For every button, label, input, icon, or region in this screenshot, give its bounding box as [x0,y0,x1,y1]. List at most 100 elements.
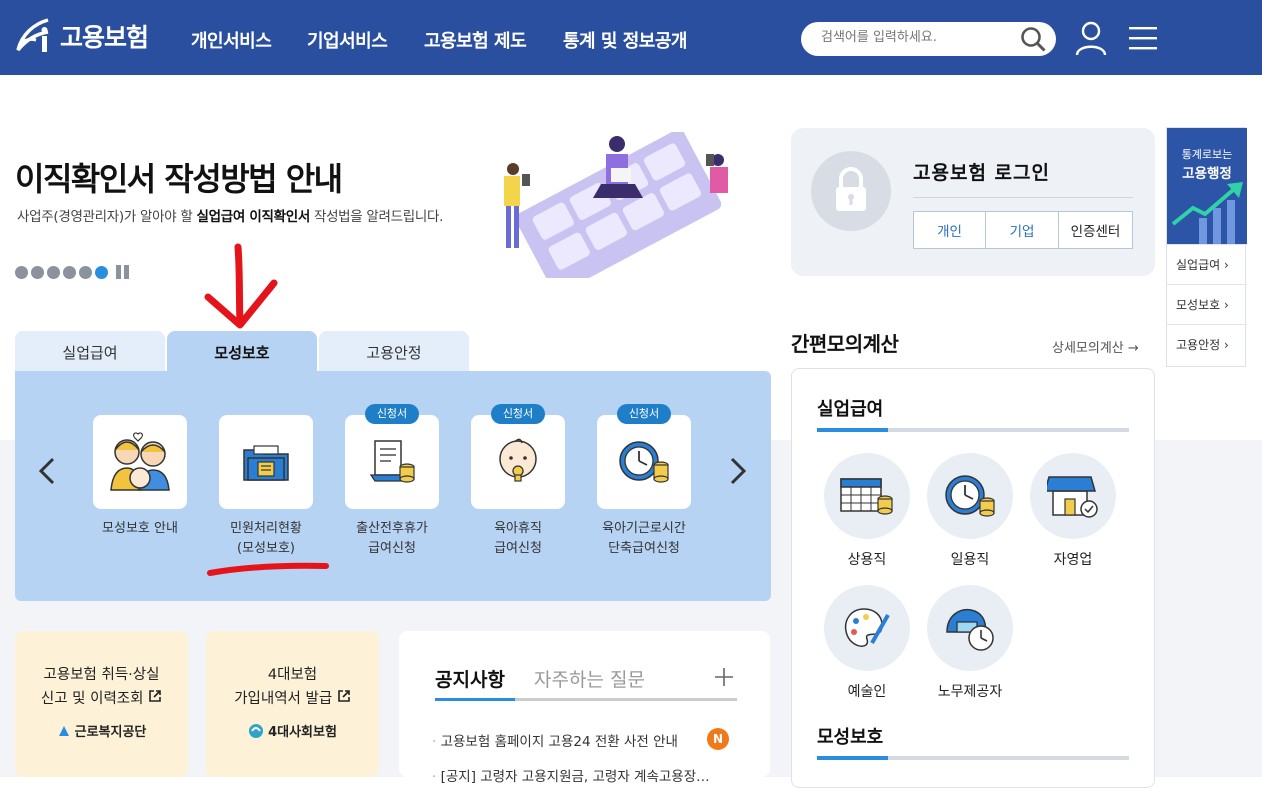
calc-item-artist[interactable]: 예술인 [822,585,912,701]
calc-active-indicator [817,756,888,760]
service-label: 육아휴직급여신청 [453,519,583,559]
service-case-status[interactable]: 민원처리현황 (모성보호) [201,415,331,559]
calc-item-labor-provider[interactable]: 노무제공자 [925,585,1015,701]
search-icon[interactable] [1020,26,1047,53]
calc-title: 간편모의계산 [791,332,899,356]
site-header: 고용보험 개인서비스 기업서비스 고용보험 제도 통계 및 정보공개 [0,0,1262,75]
prev-arrow-icon[interactable] [35,451,59,491]
slide-dot[interactable] [95,265,108,279]
service-parental-leave-apply[interactable]: 신청서 육아휴직급여신청 [453,404,583,559]
comwel-logo-icon [58,725,69,736]
site-logo[interactable]: 고용보험 [14,14,149,58]
calc-item-regular[interactable]: 상용직 [822,453,912,569]
hero-subtitle-post: 작성법을 알려드립니다. [309,209,444,225]
notice-item[interactable]: · [공지] 고령자 고용지원금, 고령자 계속고용장… [432,765,732,785]
slide-dot[interactable] [47,265,60,279]
tab-unemployment-benefit[interactable]: 실업급여 [15,331,165,373]
clock-coins-icon [619,441,669,483]
logo-text: 고용보험 [60,23,149,52]
card-line2: 가입내역서 발급 [234,691,333,707]
slide-indicator [15,265,129,279]
quick-item-maternity[interactable]: 모성보호 › [1167,284,1247,324]
hero-title[interactable]: 이직확인서 작성방법 안내 [15,154,343,200]
card-insurance-report[interactable]: 고용보험 취득·상실 신고 및 이력조회 근로복지공단 [15,631,188,777]
slide-dot[interactable] [63,265,76,279]
service-icon-box [219,415,313,509]
new-badge: N [707,728,729,750]
calc-item-self-employed[interactable]: 자영업 [1028,453,1118,569]
service-label-line1: 민원처리현황 [230,521,302,536]
family-icon [110,432,170,491]
baby-icon [499,438,537,482]
calc-item-label: 예술인 [847,684,887,700]
plus-icon[interactable] [715,668,733,686]
service-label: 출산전후휴가 급여신청 [327,519,457,559]
application-tag: 신청서 [617,404,671,424]
quick-banner-line1: 통계로보는 [1181,148,1233,161]
nav-business-services[interactable]: 기업서비스 [307,27,388,53]
calc-item-label: 자영업 [1053,552,1093,568]
login-cert-center-button[interactable]: 인증센터 [1058,211,1133,249]
slide-dot[interactable] [31,265,44,279]
notice-item[interactable]: · 고용보험 홈페이지 고용24 전환 사전 안내 [432,730,678,750]
menu-icon[interactable] [1129,26,1157,50]
tab-employment-stability[interactable]: 고용안정 [319,331,469,373]
service-reduced-hours-apply[interactable]: 신청서 육아기근로시간 단축급여신청 [579,404,709,559]
service-panel: 모성보호 안내 민원처리현황 (모성보호) 신청서 출산전후휴가 급여신청 신청… [15,371,771,601]
notice-item-text: 고용보험 홈페이지 고용24 전환 사전 안내 [440,734,678,750]
calc-more-link[interactable]: 상세모의계산 → [1052,337,1139,356]
quick-item-unemployment[interactable]: 실업급여 › [1167,244,1247,284]
slide-dot[interactable] [15,265,28,279]
notice-item-text: [공지] 고령자 고용지원금, 고령자 계속고용장… [440,769,710,785]
next-arrow-icon[interactable] [726,451,750,491]
card-line2: 신고 및 이력조회 [40,691,144,707]
calc-icon-circle [824,453,910,539]
hero-subtitle-pre: 사업주(경영관리자)가 알아야 할 [17,209,197,225]
service-icon-box: 신청서 [597,404,691,509]
calc-item-label: 노무제공자 [937,684,1003,700]
nav-statistics[interactable]: 통계 및 정보공개 [563,27,687,53]
nav-insurance-system[interactable]: 고용보험 제도 [424,27,527,53]
service-maternity-leave-apply[interactable]: 신청서 출산전후휴가 급여신청 [327,404,457,559]
service-label-line1: 육아휴직 [494,521,542,536]
arrow-right-icon: → [1127,341,1139,356]
service-label-line2: 단축급여신청 [608,541,680,556]
lock-icon [836,167,866,211]
quick-item-label: 고용안정 [1176,338,1221,352]
service-label-line1: 모성보호 안내 [102,521,178,536]
calc-item-daily[interactable]: 일용직 [925,453,1015,569]
user-icon[interactable] [1074,20,1108,56]
application-tag: 신청서 [365,404,419,424]
login-personal-button[interactable]: 개인 [913,211,986,249]
search-bar [801,22,1056,56]
quick-item-stability[interactable]: 고용안정 › [1167,324,1247,364]
card-line1: 고용보험 취득·상실 [43,667,160,683]
calendar-coins-icon [840,478,893,515]
hero-illustration [504,132,728,278]
tab-maternity-protection[interactable]: 모성보호 [167,331,317,373]
service-maternity-guide[interactable]: 모성보호 안내 [75,415,205,539]
service-label-line1: 출산전후휴가 [356,521,428,536]
search-input[interactable] [821,30,1011,45]
card-4insurance-certificate[interactable]: 4대보험 가입내역서 발급 4대사회보험 [206,631,379,777]
bullet: · [432,769,437,785]
chevron-right-icon: › [1224,257,1229,272]
chevron-right-icon: › [1224,297,1229,312]
service-label-line2: 급여신청 [494,541,542,556]
quick-stats-banner[interactable]: 통계로보는 고용행정 [1167,128,1247,244]
login-business-button[interactable]: 기업 [985,211,1059,249]
calc-item-label: 일용직 [950,552,990,568]
pause-icon[interactable] [116,265,129,279]
notice-tab-faq[interactable]: 자주하는 질문 [534,665,645,692]
service-icon-box: 신청서 [471,404,565,509]
calc-icon-circle [927,585,1013,671]
service-label-line2: (모성보호) [237,541,295,556]
external-link-icon [337,690,350,702]
slide-dot[interactable] [79,265,92,279]
clock-coins-icon [945,475,995,517]
notice-tab-active[interactable]: 공지사항 [435,665,505,692]
service-icon-box [93,415,187,509]
hero-subtitle: 사업주(경영관리자)가 알아야 할 실업급여 이직확인서 작성법을 알려드립니다… [17,205,443,225]
nav-personal-services[interactable]: 개인서비스 [191,27,272,53]
notice-active-indicator [435,698,515,701]
